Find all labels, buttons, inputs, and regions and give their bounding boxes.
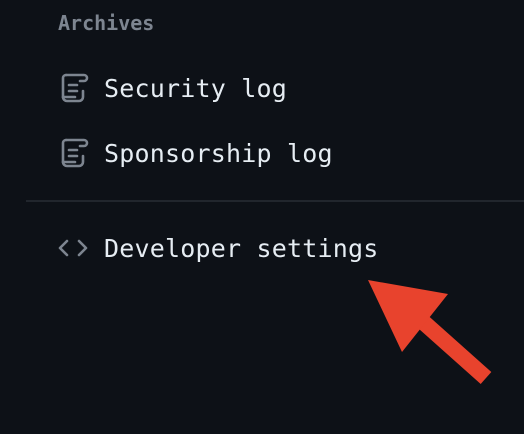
sidebar-item-label: Sponsorship log [104, 138, 333, 168]
log-icon [56, 136, 90, 170]
sidebar-item-sponsorship-log[interactable]: Sponsorship log [56, 131, 333, 175]
archives-heading: Archives [58, 11, 155, 35]
sidebar-divider [26, 200, 524, 202]
code-icon [56, 231, 90, 265]
sidebar-item-label: Security log [104, 73, 288, 103]
sidebar-item-label: Developer settings [104, 233, 379, 263]
log-icon [56, 71, 90, 105]
arrow-shaft [406, 306, 492, 384]
sidebar-item-security-log[interactable]: Security log [56, 66, 287, 110]
sidebar-item-developer-settings[interactable]: Developer settings [56, 226, 379, 270]
arrow-head [368, 280, 448, 352]
